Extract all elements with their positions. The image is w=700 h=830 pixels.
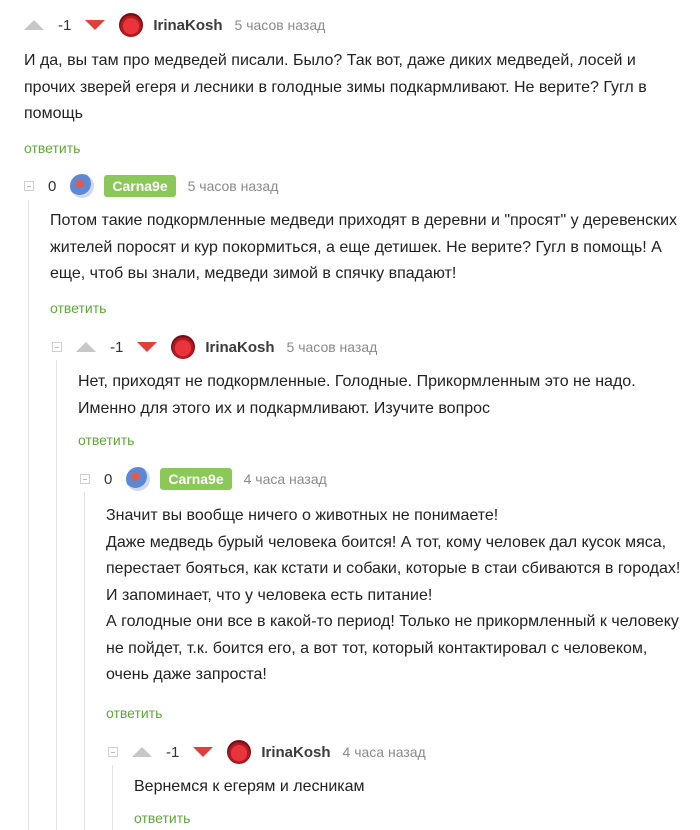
comment-header: 0 Carna9e 4 часа назад <box>80 467 327 491</box>
comment-time[interactable]: 5 часов назад <box>235 17 326 33</box>
comment-paragraph: Нет, приходят не подкормленные. Голодные… <box>78 373 636 417</box>
comment-body: И да, вы там про медведей писали. Было? … <box>24 48 684 128</box>
username[interactable]: IrinaKosh <box>261 744 330 761</box>
collapse-toggle[interactable] <box>24 181 34 191</box>
comment-header: 0 Carna9e 5 часов назад <box>24 174 278 198</box>
vote-up-icon[interactable] <box>76 342 96 352</box>
avatar[interactable] <box>119 13 144 37</box>
comment-body: Значит вы вообще ничего о животных не по… <box>106 503 684 689</box>
reply-link[interactable]: ответить <box>50 300 106 316</box>
reply-link[interactable]: ответить <box>134 810 190 826</box>
comment-rating: 0 <box>48 177 57 195</box>
comment-rating: 0 <box>104 470 113 488</box>
comment-paragraph: Даже медведь бурый человека боится! А то… <box>106 533 681 604</box>
comment-rating: -1 <box>166 743 180 761</box>
vote-up-icon[interactable] <box>132 747 152 757</box>
username[interactable]: IrinaKosh <box>205 339 274 356</box>
thread-line <box>56 360 57 830</box>
comment-rating: -1 <box>58 16 72 34</box>
comment-paragraph: А голодные они все в какой-то период! То… <box>106 613 679 683</box>
reply-link[interactable]: ответить <box>24 140 80 156</box>
collapse-toggle[interactable] <box>108 747 118 757</box>
avatar[interactable] <box>171 335 196 359</box>
avatar[interactable] <box>227 740 252 764</box>
comment-header: -1 IrinaKosh 4 часа назад <box>108 740 426 764</box>
vote-up-icon[interactable] <box>24 20 44 30</box>
comment-paragraph: Вернемся к егерям и лесникам <box>134 778 365 795</box>
comment-rating: -1 <box>110 338 124 356</box>
collapse-toggle[interactable] <box>80 474 90 484</box>
comment-paragraph: Значит вы вообще ничего о животных не по… <box>106 507 499 524</box>
comment-paragraph: Потом такие подкормленные медведи приход… <box>50 212 678 282</box>
vote-down-icon[interactable] <box>137 342 158 352</box>
vote-down-icon[interactable] <box>193 747 214 757</box>
comment-paragraph: И да, вы там про медведей писали. Было? … <box>24 52 647 122</box>
comment-header: -1 IrinaKosh 5 часов назад <box>52 335 377 359</box>
comment-body: Потом такие подкормленные медведи приход… <box>50 208 684 288</box>
vote-down-icon[interactable] <box>85 20 106 30</box>
comment-time[interactable]: 4 часа назад <box>244 471 327 487</box>
thread-line <box>84 492 85 830</box>
reply-link[interactable]: ответить <box>106 705 162 721</box>
avatar[interactable] <box>70 174 95 198</box>
username[interactable]: IrinaKosh <box>153 17 222 34</box>
comment-time[interactable]: 5 часов назад <box>188 178 279 194</box>
reply-link[interactable]: ответить <box>78 432 134 448</box>
thread-line <box>112 765 113 830</box>
thread-line <box>28 200 29 830</box>
comment-body: Нет, приходят не подкормленные. Голодные… <box>78 369 684 422</box>
username[interactable]: Carna9e <box>160 468 232 490</box>
comment-time[interactable]: 4 часа назад <box>343 744 426 760</box>
avatar[interactable] <box>126 467 151 491</box>
comment-body: Вернемся к егерям и лесникам <box>134 774 684 801</box>
comment-header: -1 IrinaKosh 5 часов назад <box>24 13 325 37</box>
comment-time[interactable]: 5 часов назад <box>287 339 378 355</box>
username[interactable]: Carna9e <box>104 175 176 197</box>
collapse-toggle[interactable] <box>52 342 62 352</box>
